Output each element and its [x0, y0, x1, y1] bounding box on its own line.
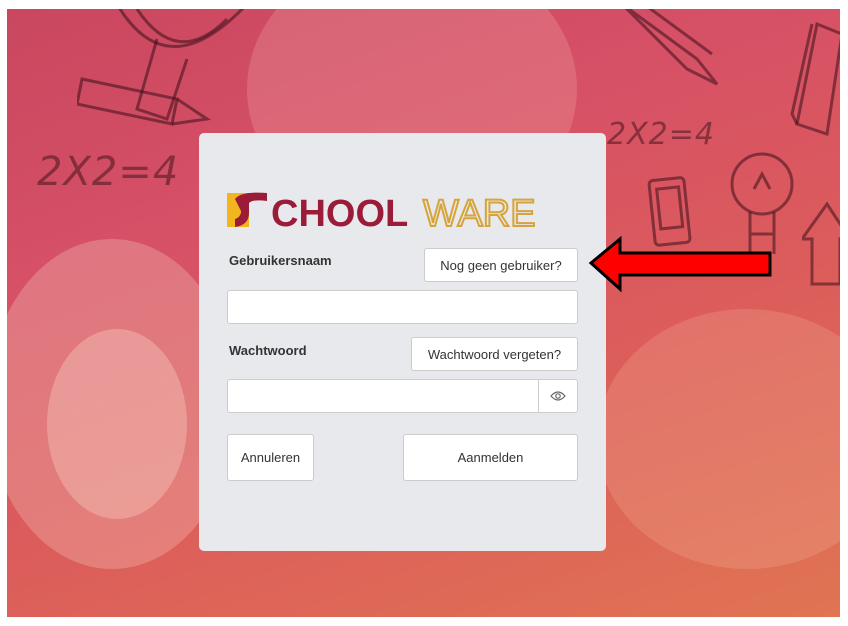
doodle-pen-icon	[624, 9, 719, 86]
username-label: Gebruikersnaam	[229, 253, 332, 268]
doodle-formula: 2X2=4	[607, 117, 715, 152]
background-blob	[597, 309, 840, 569]
cancel-button[interactable]: Annuleren	[227, 434, 314, 481]
logo-text-dark: CHOOL	[271, 193, 408, 229]
logo-text-light: WARE	[423, 193, 536, 229]
password-input[interactable]	[227, 379, 578, 413]
annotation-arrow-icon	[588, 236, 772, 293]
username-input[interactable]	[227, 290, 578, 324]
eye-icon	[550, 391, 566, 401]
show-password-button[interactable]	[538, 380, 577, 412]
doodle-formula: 2X2=4	[37, 149, 180, 195]
login-card: CHOOL WARE Gebruikersnaam Nog geen gebru…	[199, 133, 606, 551]
doodle-arrow-up-icon	[802, 201, 840, 286]
register-button[interactable]: Nog geen gebruiker?	[424, 248, 578, 282]
forgot-password-button[interactable]: Wachtwoord vergeten?	[411, 337, 578, 371]
schoolware-logo: CHOOL WARE	[227, 192, 537, 229]
doodle-pencil-icon	[77, 77, 212, 126]
login-button[interactable]: Aanmelden	[403, 434, 578, 481]
background-blob	[47, 329, 187, 519]
doodle-book-icon	[790, 21, 840, 136]
password-label: Wachtwoord	[229, 343, 307, 358]
